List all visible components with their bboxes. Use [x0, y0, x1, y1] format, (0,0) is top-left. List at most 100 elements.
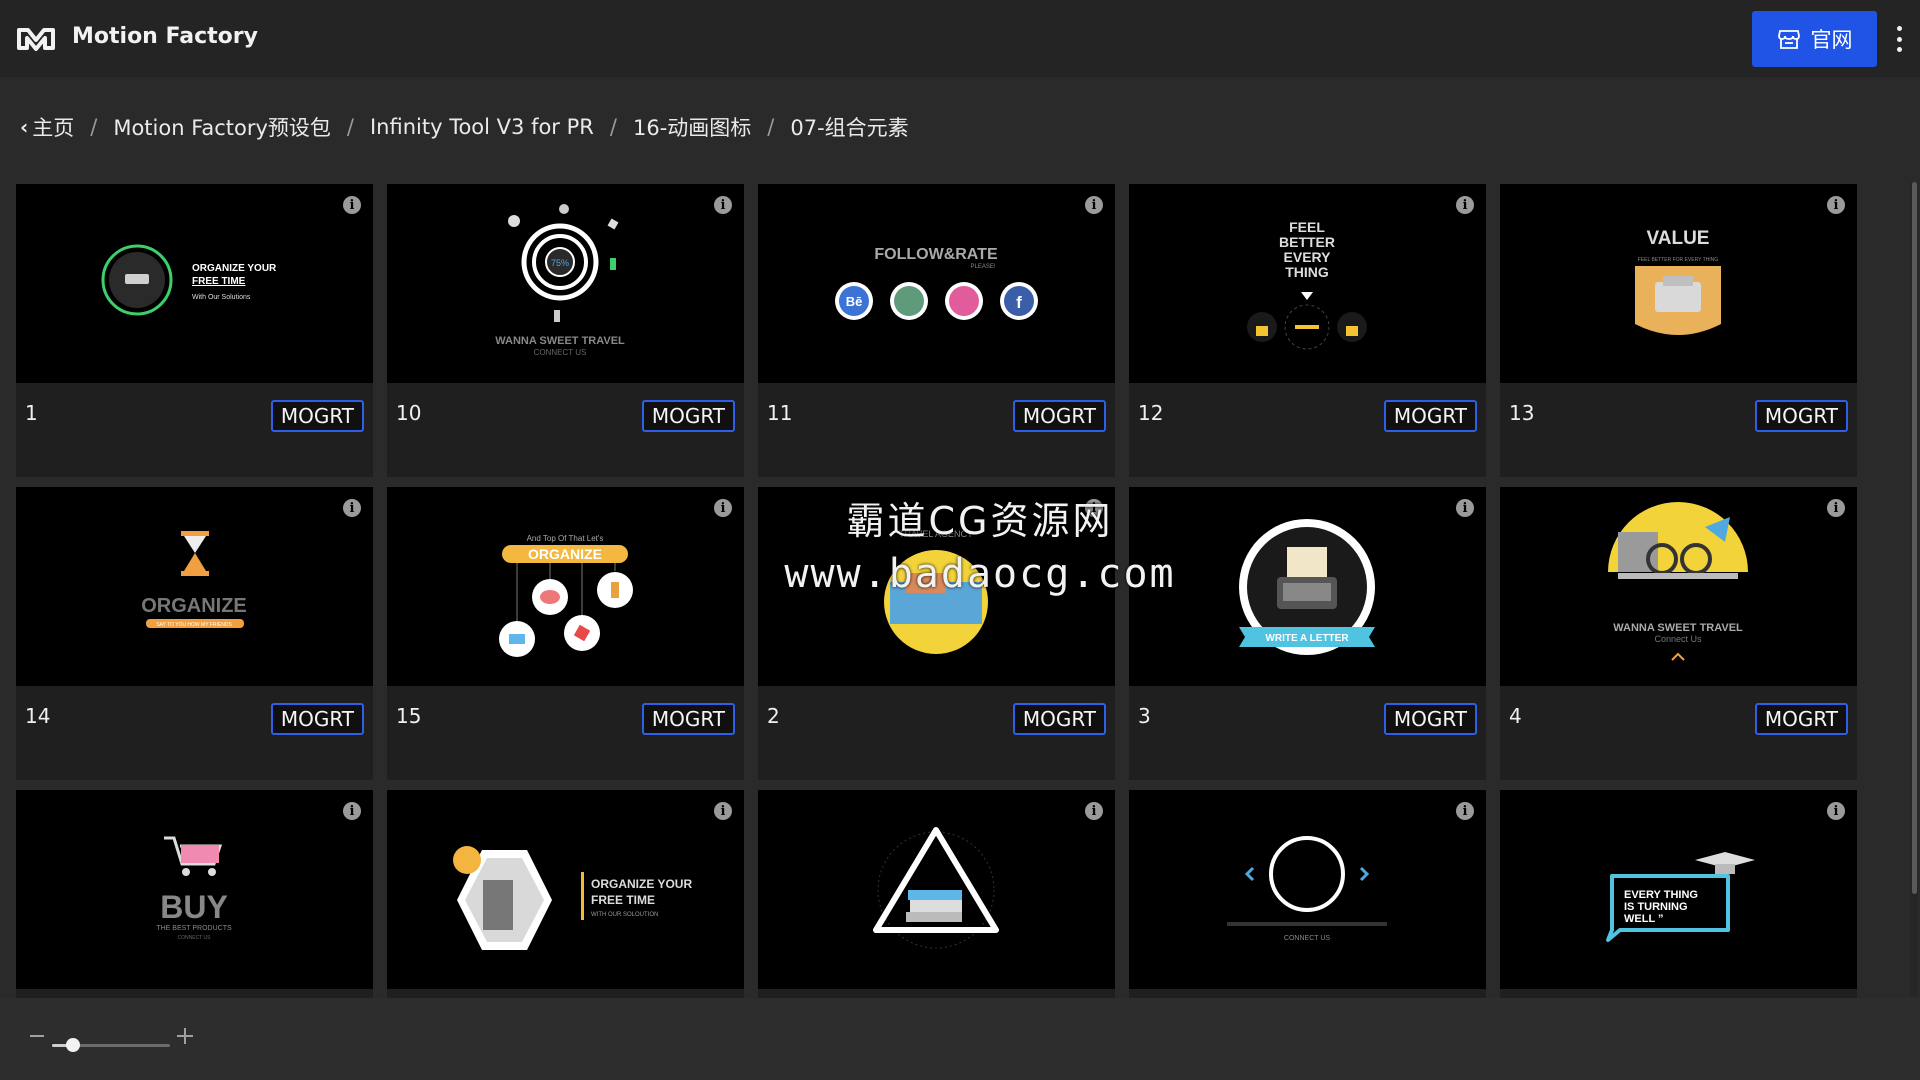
- thumb-text: ORGANIZE YOUR: [192, 263, 277, 274]
- chevron-left-icon[interactable]: ‹: [20, 115, 28, 139]
- vertical-scrollbar-thumb[interactable]: [1912, 182, 1917, 894]
- info-icon[interactable]: i: [343, 196, 361, 214]
- thumbnail-art: 75% WANNA SWEET TRAVEL CONNECT US: [495, 204, 625, 357]
- asset-name: 11: [767, 401, 793, 425]
- mogrt-button[interactable]: MOGRT: [270, 400, 364, 432]
- asset-thumbnail[interactable]: FOLLOW&RATE PLEASE! Bē f i: [758, 184, 1115, 383]
- thumb-text: FEEL: [1289, 219, 1325, 235]
- asset-name: 1: [25, 401, 38, 425]
- asset-card[interactable]: BUY THE BEST PRODUCTS CONNECT US i: [16, 790, 373, 999]
- asset-card[interactable]: CONNECT US i: [1129, 790, 1486, 999]
- info-icon[interactable]: i: [343, 499, 361, 517]
- mogrt-button[interactable]: MOGRT: [1383, 703, 1477, 735]
- mogrt-button[interactable]: MOGRT: [641, 703, 735, 735]
- mogrt-button[interactable]: MOGRT: [270, 703, 364, 735]
- thumb-text: ORGANIZE: [528, 546, 602, 562]
- breadcrumb-infinity-tool[interactable]: Infinity Tool V3 for PR: [370, 115, 594, 139]
- watermark-line1: 霸道CG资源网: [846, 499, 1114, 543]
- mogrt-button[interactable]: MOGRT: [1012, 400, 1106, 432]
- asset-card[interactable]: WANNA SWEET TRAVEL Connect Us i 4 MOGRT: [1500, 487, 1857, 780]
- breadcrumb-home[interactable]: 主页: [32, 112, 74, 142]
- mogrt-button[interactable]: MOGRT: [1012, 703, 1106, 735]
- info-icon[interactable]: i: [343, 802, 361, 820]
- info-icon[interactable]: i: [1456, 499, 1474, 517]
- info-icon[interactable]: i: [1085, 196, 1103, 214]
- info-icon[interactable]: i: [1456, 196, 1474, 214]
- mogrt-button[interactable]: MOGRT: [1754, 400, 1848, 432]
- thumb-text: CONNECT US: [534, 348, 587, 357]
- thumb-text: ORGANIZE: [141, 595, 247, 617]
- thumb-text: BETTER: [1279, 234, 1335, 250]
- asset-name: 3: [1138, 704, 1151, 728]
- asset-thumbnail[interactable]: CONNECT US i: [1129, 790, 1486, 989]
- asset-thumbnail[interactable]: BUY THE BEST PRODUCTS CONNECT US i: [16, 790, 373, 989]
- breadcrumb-separator: /: [767, 115, 775, 139]
- mf-logo-icon[interactable]: [16, 22, 56, 54]
- thumbnail-art: ORGANIZE YOUR FREE TIME With Our Solutio…: [101, 244, 277, 316]
- asset-thumbnail[interactable]: WANNA SWEET TRAVEL Connect Us i: [1500, 487, 1857, 686]
- thumb-text: IS TURNING: [1624, 901, 1688, 913]
- thumb-text: THING: [1285, 264, 1329, 280]
- thumbnail-art: [873, 827, 999, 949]
- kebab-menu-icon[interactable]: [1890, 26, 1908, 52]
- breadcrumb-current: 07-组合元素: [790, 116, 909, 140]
- asset-thumbnail[interactable]: ORGANIZE YOUR FREE TIME WITH OUR SOLOUTI…: [387, 790, 744, 989]
- thumb-text: With Our Solutions: [192, 294, 251, 301]
- mogrt-button[interactable]: MOGRT: [641, 400, 735, 432]
- asset-card[interactable]: FOLLOW&RATE PLEASE! Bē f i 11 MOGRT: [758, 184, 1115, 477]
- asset-card[interactable]: ORGANIZE YOUR FREE TIME With Our Solutio…: [16, 184, 373, 477]
- asset-thumbnail[interactable]: ORGANIZE SAY TO YOU HOW MY FRIENDS i: [16, 487, 373, 686]
- thumbnail-art: EVERY THING IS TURNING WELL ”: [1606, 852, 1755, 942]
- asset-thumbnail[interactable]: FEEL BETTER EVERY THING i: [1129, 184, 1486, 383]
- mogrt-button[interactable]: MOGRT: [1383, 400, 1477, 432]
- asset-name: 2: [767, 704, 780, 728]
- thumb-text: PLEASE!: [970, 264, 995, 270]
- asset-card[interactable]: And Top Of That Let's ORGANIZE i 15 MOGR…: [387, 487, 744, 780]
- bottom-bar: [0, 998, 1920, 1080]
- asset-thumbnail[interactable]: ORGANIZE YOUR FREE TIME With Our Solutio…: [16, 184, 373, 383]
- info-icon[interactable]: i: [1827, 802, 1845, 820]
- thumbnail-art: FOLLOW&RATE PLEASE! Bē f: [835, 246, 1038, 320]
- asset-card[interactable]: VALUE FEEL BETTER FOR EVERY THING i 13 M…: [1500, 184, 1857, 477]
- thumb-text: ORGANIZE YOUR: [591, 877, 692, 891]
- asset-thumbnail[interactable]: 75% WANNA SWEET TRAVEL CONNECT US i: [387, 184, 744, 383]
- asset-thumbnail[interactable]: i: [758, 790, 1115, 989]
- official-site-button[interactable]: 官网: [1752, 11, 1877, 67]
- asset-name: 13: [1509, 401, 1535, 425]
- zoom-out-icon[interactable]: [30, 1035, 44, 1037]
- breadcrumb-preset-pack[interactable]: Motion Factory预设包: [113, 112, 331, 142]
- info-icon[interactable]: i: [714, 499, 732, 517]
- thumbnail-art: CONNECT US: [1227, 836, 1387, 942]
- thumb-text: Bē: [846, 294, 863, 309]
- asset-thumbnail[interactable]: EVERY THING IS TURNING WELL ” i: [1500, 790, 1857, 989]
- info-icon[interactable]: i: [1827, 499, 1845, 517]
- asset-card[interactable]: ORGANIZE YOUR FREE TIME WITH OUR SOLOUTI…: [387, 790, 744, 999]
- info-icon[interactable]: i: [1085, 802, 1103, 820]
- official-site-label: 官网: [1810, 28, 1853, 52]
- asset-thumbnail[interactable]: VALUE FEEL BETTER FOR EVERY THING i: [1500, 184, 1857, 383]
- asset-card[interactable]: 75% WANNA SWEET TRAVEL CONNECT US i 10 M…: [387, 184, 744, 477]
- info-icon[interactable]: i: [1456, 802, 1474, 820]
- asset-name: 10: [396, 401, 422, 425]
- brand-name[interactable]: Motion Factory: [72, 24, 258, 49]
- thumb-text: FEEL BETTER FOR EVERY THING: [1638, 257, 1718, 263]
- watermark: 霸道CG资源网 www.badaocg.com: [770, 490, 1190, 597]
- asset-card[interactable]: ORGANIZE SAY TO YOU HOW MY FRIENDS i 14 …: [16, 487, 373, 780]
- asset-card[interactable]: FEEL BETTER EVERY THING i 12 MOGRT: [1129, 184, 1486, 477]
- asset-card[interactable]: EVERY THING IS TURNING WELL ” i: [1500, 790, 1857, 999]
- info-icon[interactable]: i: [1827, 196, 1845, 214]
- thumbnail-art: WANNA SWEET TRAVEL Connect Us: [1608, 502, 1748, 661]
- mogrt-button[interactable]: MOGRT: [1754, 703, 1848, 735]
- asset-thumbnail[interactable]: And Top Of That Let's ORGANIZE i: [387, 487, 744, 686]
- asset-card[interactable]: i: [758, 790, 1115, 999]
- thumb-text: Connect Us: [1654, 634, 1702, 644]
- breadcrumb-animated-icons[interactable]: 16-动画图标: [633, 112, 751, 142]
- info-icon[interactable]: i: [714, 196, 732, 214]
- zoom-in-icon[interactable]: [177, 1028, 193, 1044]
- asset-name: 4: [1509, 704, 1522, 728]
- thumbnail-art: FEEL BETTER EVERY THING: [1247, 219, 1367, 350]
- thumb-text: CONNECT US: [1284, 935, 1330, 942]
- thumb-text: WANNA SWEET TRAVEL: [1613, 622, 1743, 634]
- thumb-text: CONNECT US: [178, 935, 212, 941]
- info-icon[interactable]: i: [714, 802, 732, 820]
